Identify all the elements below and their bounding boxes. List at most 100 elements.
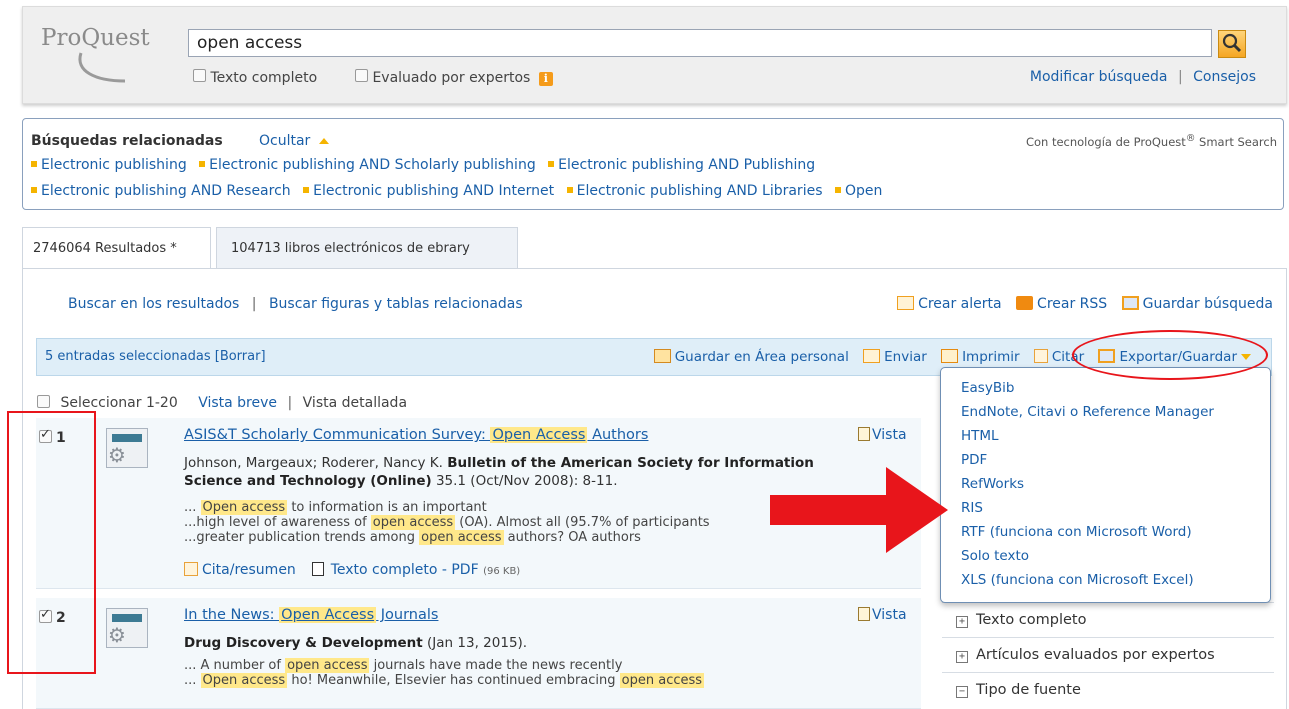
- search-input[interactable]: open access: [188, 29, 1212, 57]
- related-searches-title: Búsquedas relacionadas: [31, 133, 223, 149]
- document-thumbnail-icon: [106, 608, 148, 648]
- export-option-ris[interactable]: RIS: [961, 500, 983, 516]
- title-highlight: Open Access: [279, 607, 377, 623]
- related-link[interactable]: Electronic publishing: [41, 157, 187, 173]
- result-citation: Drug Discovery & Development (Jan 13, 20…: [184, 634, 824, 652]
- save-search-button[interactable]: Guardar búsqueda: [1121, 296, 1273, 312]
- export-option-xls[interactable]: XLS (funciona con Microsoft Excel): [961, 572, 1194, 588]
- arrow-right-icon: [770, 467, 948, 553]
- figures-tables-link[interactable]: Buscar figuras y tablas relacionadas: [269, 296, 523, 312]
- title-text: Authors: [587, 427, 649, 443]
- info-icon[interactable]: i: [538, 72, 553, 86]
- search-actions: Crear alerta Crear RSS Guardar búsqueda: [897, 296, 1273, 312]
- print-label: Imprimir: [962, 349, 1020, 365]
- related-link[interactable]: Electronic publishing AND Publishing: [558, 157, 815, 173]
- create-alert-button[interactable]: Crear alerta: [897, 296, 1002, 312]
- export-option-easybib[interactable]: EasyBib: [961, 380, 1014, 396]
- send-label: Enviar: [884, 349, 927, 365]
- facet-label: Tipo de fuente: [976, 682, 1081, 698]
- snippet-line: ... Open access ho! Meanwhile, Elsevier …: [184, 673, 864, 688]
- results-links: Buscar en los resultados | Buscar figura…: [68, 296, 523, 312]
- search-header: ProQuest open access Texto completo Eval…: [22, 6, 1287, 104]
- export-option-pdf[interactable]: PDF: [961, 452, 987, 468]
- peer-reviewed-label: Evaluado por expertos: [372, 70, 531, 86]
- facet-source-type[interactable]: − Tipo de fuente: [942, 672, 1274, 706]
- issue-info: 35.1 (Oct/Nov 2008): 8-11.: [431, 473, 618, 489]
- citation-abstract-link[interactable]: Cita/resumen: [184, 562, 296, 578]
- facet-peer-reviewed[interactable]: + Artículos evaluados por expertos: [942, 637, 1274, 671]
- bullet-icon: [548, 161, 555, 167]
- related-link[interactable]: Electronic publishing AND Internet: [313, 183, 554, 199]
- snippet-highlight: Open access: [200, 500, 288, 515]
- preview-button[interactable]: Vista: [858, 607, 907, 623]
- expand-icon: +: [956, 651, 968, 663]
- snippet-text: ho! Meanwhile, Elsevier has continued em…: [287, 673, 620, 688]
- export-option-rtf[interactable]: RTF (funciona con Microsoft Word): [961, 524, 1192, 540]
- search-within-link[interactable]: Buscar en los resultados: [68, 296, 239, 312]
- send-button[interactable]: Enviar: [863, 349, 927, 365]
- result-title-link[interactable]: In the News: Open Access Journals: [184, 607, 438, 623]
- facet-label: Artículos evaluados por expertos: [976, 647, 1215, 663]
- select-range-label: Seleccionar 1-20: [60, 395, 178, 411]
- select-all-checkbox[interactable]: [37, 395, 50, 408]
- search-input-value[interactable]: open access: [197, 33, 302, 53]
- fulltext-pdf-label: Texto completo - PDF: [330, 562, 479, 578]
- folder-icon: [653, 349, 671, 363]
- snippet-line: ... Open access to information is an imp…: [184, 500, 864, 515]
- related-link[interactable]: Electronic publishing AND Scholarly publ…: [209, 157, 536, 173]
- pdf-icon: [312, 562, 325, 576]
- create-rss-button[interactable]: Crear RSS: [1016, 296, 1107, 312]
- modify-search-link[interactable]: Modificar búsqueda: [1030, 69, 1168, 85]
- cite-icon: [1033, 349, 1048, 363]
- brief-view-link[interactable]: Vista breve: [198, 395, 277, 411]
- tips-link[interactable]: Consejos: [1193, 69, 1256, 85]
- print-button[interactable]: Imprimir: [941, 349, 1020, 365]
- save-area-button[interactable]: Guardar en Área personal: [653, 349, 849, 365]
- powered-by: Con tecnología de ProQuest® Smart Search: [1026, 133, 1277, 149]
- export-option-html[interactable]: HTML: [961, 428, 999, 444]
- bullet-icon: [199, 161, 206, 167]
- result-title-link[interactable]: ASIS&T Scholarly Communication Survey: O…: [184, 427, 648, 443]
- hide-related-link[interactable]: Ocultar: [259, 133, 329, 149]
- fulltext-pdf-link[interactable]: Texto completo - PDF (96 KB): [312, 562, 520, 578]
- snippet-highlight: open access: [419, 530, 504, 545]
- preview-button[interactable]: Vista: [858, 427, 907, 443]
- create-rss-label: Crear RSS: [1037, 296, 1108, 312]
- related-link[interactable]: Electronic publishing AND Research: [41, 183, 291, 199]
- fulltext-option[interactable]: Texto completo: [193, 69, 317, 86]
- tab-ebooks[interactable]: 104713 libros electrónicos de ebrary: [216, 227, 518, 269]
- create-alert-label: Crear alerta: [918, 296, 1002, 312]
- powered-by-text: Con tecnología de ProQuest: [1025, 134, 1186, 149]
- snippet-text: ...high level of awareness of: [184, 515, 371, 530]
- title-highlight: Open Access: [490, 427, 588, 443]
- issue-info: (Jan 13, 2015).: [422, 635, 528, 651]
- caret-up-icon: [318, 138, 329, 144]
- hide-label[interactable]: Ocultar: [259, 133, 310, 149]
- export-option-text[interactable]: Solo texto: [961, 548, 1029, 564]
- peer-reviewed-option[interactable]: Evaluado por expertos i: [355, 69, 553, 86]
- detailed-view-label: Vista detallada: [302, 395, 408, 411]
- citation-abstract-label: Cita/resumen: [202, 562, 296, 578]
- search-button[interactable]: [1218, 30, 1246, 58]
- export-option-endnote[interactable]: EndNote, Citavi o Reference Manager: [961, 404, 1214, 420]
- export-option-refworks[interactable]: RefWorks: [961, 476, 1024, 492]
- snippet-line: ...high level of awareness of open acces…: [184, 515, 864, 530]
- fulltext-checkbox[interactable]: [193, 69, 206, 82]
- export-highlight-annotation: [1072, 330, 1268, 380]
- bullet-icon: [31, 187, 37, 193]
- smart-search-text: Smart Search: [1195, 134, 1277, 149]
- tab-results[interactable]: 2746064 Resultados *: [22, 227, 211, 269]
- preview-icon: [858, 427, 870, 441]
- registered-mark: ®: [1185, 133, 1196, 144]
- related-link[interactable]: Open: [845, 183, 882, 199]
- facet-fulltext[interactable]: + Texto completo: [942, 602, 1274, 636]
- snippet-text: ...: [184, 500, 201, 515]
- snippet-text: ... A number of: [184, 658, 286, 673]
- related-link[interactable]: Electronic publishing AND Libraries: [577, 183, 823, 199]
- authors: Johnson, Margeaux; Roderer, Nancy K.: [184, 455, 448, 471]
- save-icon: [1121, 296, 1139, 310]
- selected-count-link[interactable]: 5 entradas seleccionadas [Borrar]: [45, 349, 266, 364]
- proquest-logo[interactable]: ProQuest: [41, 25, 150, 51]
- search-links: Modificar búsqueda | Consejos: [1030, 69, 1256, 85]
- peer-reviewed-checkbox[interactable]: [355, 69, 368, 82]
